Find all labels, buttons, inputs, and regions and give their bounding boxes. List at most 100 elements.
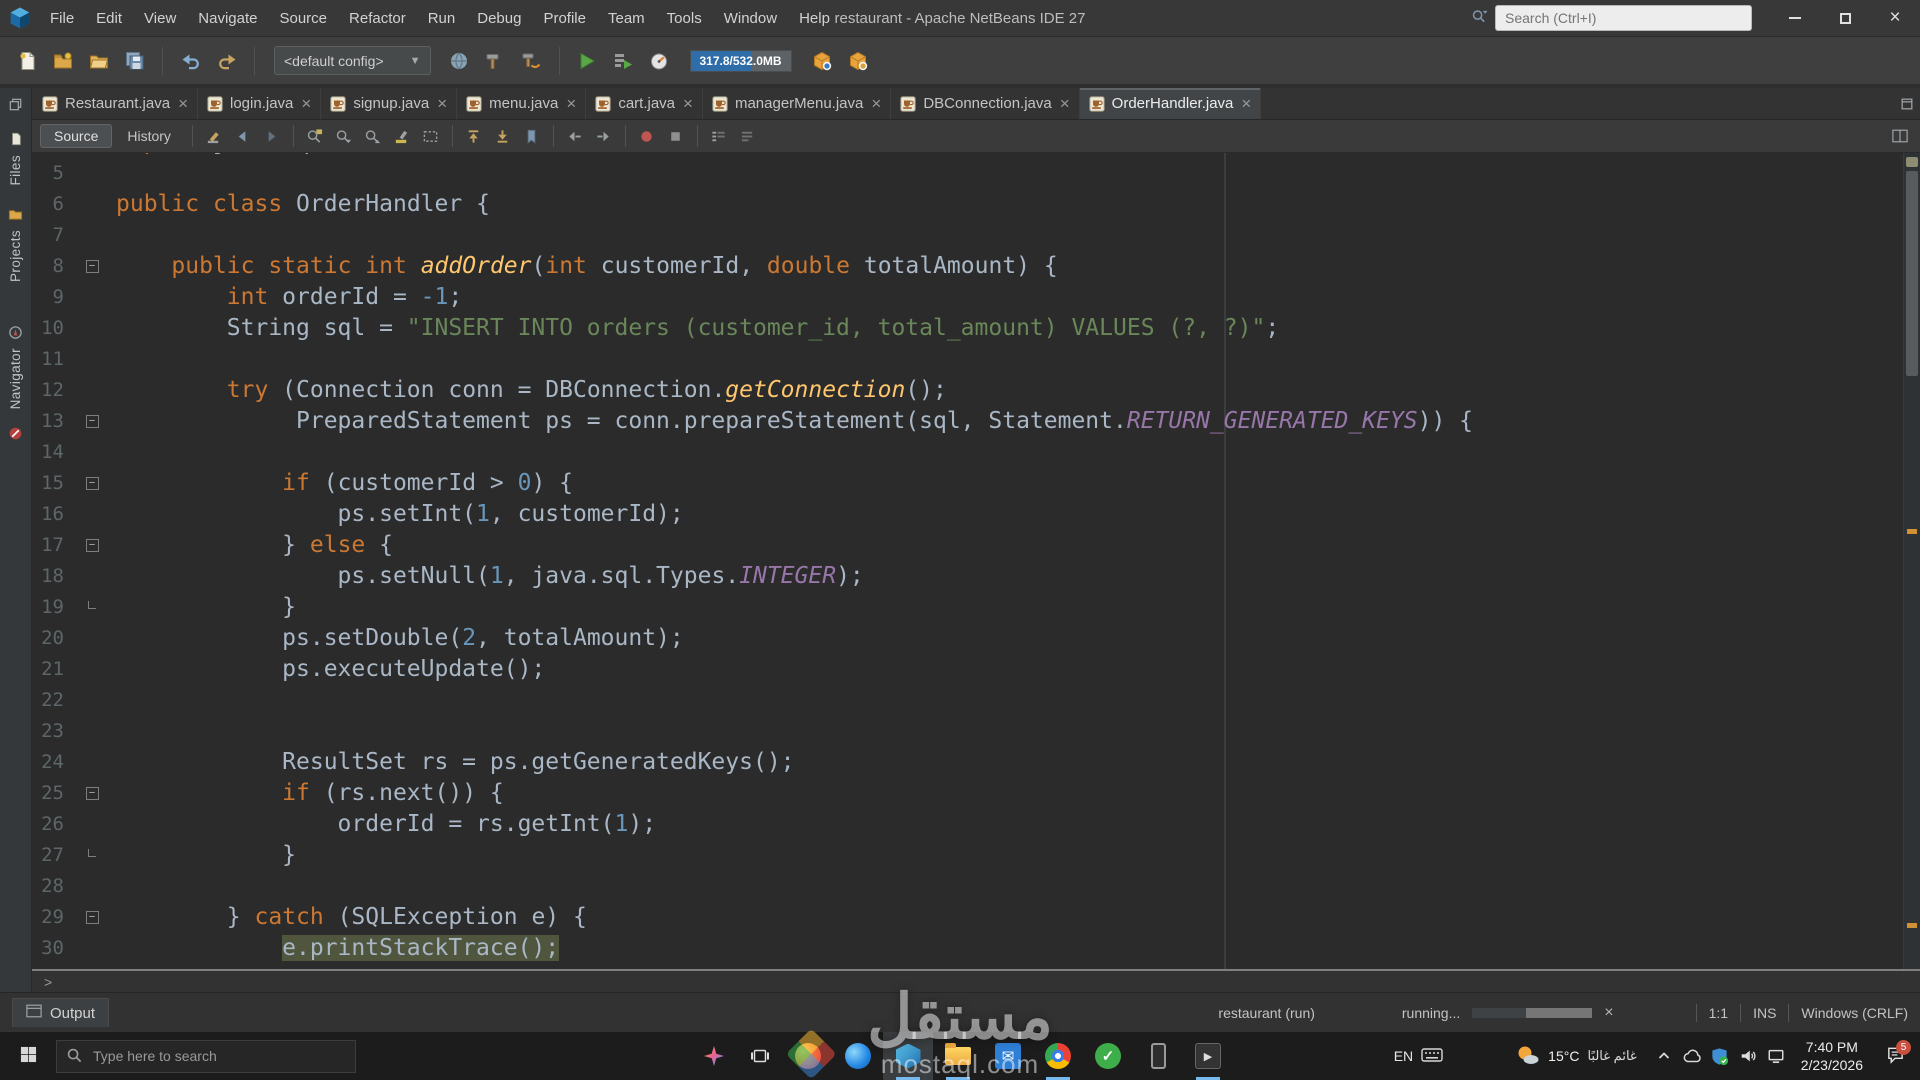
file-tab-signup.java[interactable]: signup.java × [321, 88, 458, 119]
start-button[interactable] [0, 1032, 56, 1080]
fold-gutter[interactable] [64, 189, 108, 220]
history-view-button[interactable]: History [114, 125, 184, 147]
code-line-30[interactable]: 30 e.printStackTrace(); [32, 933, 1903, 964]
find-next-icon[interactable] [331, 124, 357, 148]
code-line-9[interactable]: 9 int orderId = -1; [32, 282, 1903, 313]
code-line-11[interactable]: 11 [32, 344, 1903, 375]
fold-gutter[interactable]: − [64, 778, 108, 809]
menu-file[interactable]: File [39, 0, 85, 37]
menu-view[interactable]: View [133, 0, 187, 37]
notifications-icon[interactable] [4, 423, 28, 445]
taskbar-app-firefox[interactable] [783, 1032, 833, 1080]
file-tab-Restaurant.java[interactable]: Restaurant.java × [33, 88, 198, 119]
code-line-25[interactable]: 25− if (rs.next()) { [32, 778, 1903, 809]
network-icon[interactable] [1762, 1032, 1790, 1080]
fold-gutter[interactable] [64, 933, 108, 964]
configure-icon[interactable] [443, 44, 476, 77]
error-stripe-mark[interactable] [1907, 529, 1917, 534]
redo-icon[interactable] [210, 44, 243, 77]
fold-gutter[interactable] [64, 282, 108, 313]
fold-gutter[interactable] [64, 654, 108, 685]
code-line-17[interactable]: 17− } else { [32, 530, 1903, 561]
maximize-button[interactable] [1820, 0, 1870, 37]
taskbar-app-edge-browser[interactable] [833, 1032, 883, 1080]
code-line-29[interactable]: 29− } catch (SQLException e) { [32, 902, 1903, 933]
volume-icon[interactable] [1734, 1032, 1762, 1080]
code-line-12[interactable]: 12 try (Connection conn = DBConnection.g… [32, 375, 1903, 406]
language-indicator[interactable]: EN [1382, 1032, 1455, 1080]
toggle-bookmark-icon[interactable] [519, 124, 545, 148]
chevron-up-icon[interactable] [1650, 1032, 1678, 1080]
menu-edit[interactable]: Edit [85, 0, 133, 37]
breadcrumb[interactable]: > [32, 969, 1920, 992]
new-project-icon[interactable] [46, 44, 79, 77]
onedrive-icon[interactable] [1678, 1032, 1706, 1080]
fold-gutter[interactable] [64, 840, 108, 871]
fold-gutter[interactable] [64, 375, 108, 406]
menu-run[interactable]: Run [417, 0, 467, 37]
dock-tab-projects[interactable]: Projects [4, 199, 28, 286]
stop-macro-icon[interactable] [663, 124, 689, 148]
taskbar-app-phone-link[interactable] [1133, 1032, 1183, 1080]
profile-point-2-icon[interactable] [842, 44, 875, 77]
close-button[interactable]: × [1870, 0, 1920, 37]
taskbar-app-chrome[interactable] [1033, 1032, 1083, 1080]
taskbar-app-netbeans-ide[interactable] [883, 1032, 933, 1080]
quick-search-input[interactable] [1495, 5, 1752, 31]
uncomment-icon[interactable] [735, 124, 761, 148]
code-line-19[interactable]: 19 } [32, 592, 1903, 623]
fold-gutter[interactable] [64, 747, 108, 778]
fold-gutter[interactable] [64, 220, 108, 251]
vertical-scrollbar[interactable] [1903, 153, 1920, 969]
close-tab-icon[interactable]: × [683, 95, 693, 112]
menu-tools[interactable]: Tools [656, 0, 713, 37]
insert-mode[interactable]: INS [1753, 1005, 1776, 1021]
new-file-icon[interactable] [10, 44, 43, 77]
menu-window[interactable]: Window [713, 0, 788, 37]
profile-point-icon[interactable] [806, 44, 839, 77]
taskbar-app-media-player[interactable] [1183, 1032, 1233, 1080]
file-tab-cart.java[interactable]: cart.java × [586, 88, 703, 119]
error-stripe-mark[interactable] [1907, 923, 1917, 928]
build-project-icon[interactable] [479, 44, 512, 77]
fold-gutter[interactable]: − [64, 530, 108, 561]
fold-gutter[interactable] [64, 344, 108, 375]
shift-right-icon[interactable] [591, 124, 617, 148]
security-shield-icon[interactable] [1706, 1032, 1734, 1080]
previous-occurrence-icon[interactable] [461, 124, 487, 148]
code-line-14[interactable]: 14 [32, 437, 1903, 468]
code-line-24[interactable]: 24 ResultSet rs = ps.getGeneratedKeys(); [32, 747, 1903, 778]
code-line-27[interactable]: 27 } [32, 840, 1903, 871]
menu-help[interactable]: Help [788, 0, 841, 37]
debug-project-icon[interactable] [607, 44, 640, 77]
window-restore-icon[interactable] [4, 93, 28, 115]
code-line-13[interactable]: 13− PreparedStatement ps = conn.prepareS… [32, 406, 1903, 437]
menu-source[interactable]: Source [268, 0, 338, 37]
cancel-progress-icon[interactable]: × [1604, 1004, 1613, 1022]
file-tab-DBConnection.java[interactable]: DBConnection.java × [891, 88, 1080, 119]
taskbar-app-antivirus[interactable] [1083, 1032, 1133, 1080]
shift-left-icon[interactable] [562, 124, 588, 148]
code-line-5[interactable]: 5 [32, 158, 1903, 189]
code-line-23[interactable]: 23 [32, 716, 1903, 747]
taskbar-search-input[interactable] [56, 1039, 356, 1073]
taskbar-app-file-explorer[interactable] [933, 1032, 983, 1080]
maximize-window-icon[interactable] [1900, 88, 1914, 119]
find-selection-icon[interactable] [302, 124, 328, 148]
config-dropdown[interactable]: <default config> ▼ [274, 46, 431, 75]
fold-gutter[interactable] [64, 158, 108, 189]
taskbar-app-mail[interactable] [983, 1032, 1033, 1080]
dock-tab-files[interactable]: Files [4, 124, 28, 190]
save-all-icon[interactable] [118, 44, 151, 77]
close-tab-icon[interactable]: × [437, 95, 447, 112]
forward-icon[interactable] [259, 124, 285, 148]
fold-gutter[interactable] [64, 809, 108, 840]
start-macro-icon[interactable] [634, 124, 660, 148]
profile-project-icon[interactable] [643, 44, 676, 77]
close-tab-icon[interactable]: × [178, 95, 188, 112]
fold-gutter[interactable] [64, 561, 108, 592]
minimize-button[interactable] [1770, 0, 1820, 37]
close-tab-icon[interactable]: × [871, 95, 881, 112]
dock-tab-navigator[interactable]: Navigator [4, 317, 28, 413]
fold-gutter[interactable] [64, 592, 108, 623]
